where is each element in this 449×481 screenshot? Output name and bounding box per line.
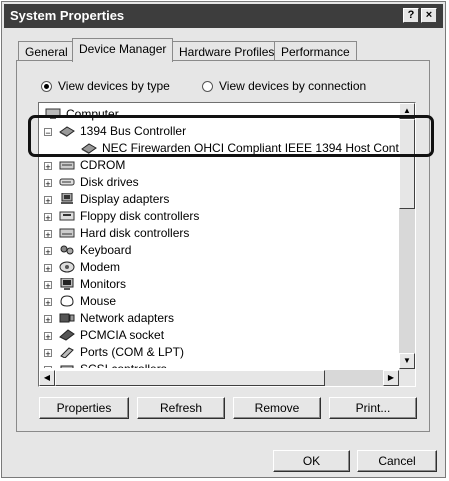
view-by-connection-label: View devices by connection <box>219 79 367 93</box>
controller-icon <box>59 125 75 137</box>
horizontal-scrollbar[interactable]: ◀ ▶ <box>39 370 399 386</box>
tree-item[interactable]: Display adapters <box>59 191 169 208</box>
tree-item[interactable]: PCMCIA socket <box>59 327 164 344</box>
tree-item-label: Ports (COM & LPT) <box>80 345 185 359</box>
horizontal-scroll-thumb[interactable] <box>55 370 325 386</box>
remove-button-label: Remove <box>254 401 300 415</box>
scroll-corner <box>399 369 415 386</box>
refresh-button-label: Refresh <box>159 401 203 415</box>
network-adapter-icon <box>59 312 75 324</box>
tree-item[interactable]: Keyboard <box>59 242 131 259</box>
close-button[interactable]: × <box>421 8 437 23</box>
expand-toggle[interactable]: + <box>44 196 52 206</box>
mouse-icon <box>59 295 75 307</box>
scsi-controller-icon <box>59 363 75 368</box>
tab-performance[interactable]: Performance <box>274 41 357 60</box>
tree-item-label: SCSI controllers <box>80 362 167 368</box>
tree-item-label: Hard disk controllers <box>80 226 190 240</box>
pcmcia-socket-icon <box>59 329 75 341</box>
controller-icon <box>81 142 97 154</box>
expand-toggle[interactable]: + <box>44 162 52 172</box>
tree-item[interactable]: Ports (COM & LPT) <box>59 344 184 361</box>
tree-item-label: CDROM <box>80 158 126 172</box>
print-button[interactable]: Print... <box>329 397 417 419</box>
expand-toggle[interactable]: + <box>44 179 52 189</box>
monitor-icon <box>59 277 75 290</box>
cdrom-icon <box>59 159 75 171</box>
tree-item-label: NEC Firewarden OHCI Compliant IEEE 1394 … <box>102 141 399 155</box>
remove-button[interactable]: Remove <box>233 397 321 419</box>
device-tree-list: Computer − 1394 Bus Controller NEC Fireward… <box>39 103 399 368</box>
tree-item-label: Mouse <box>80 294 117 308</box>
scroll-down-button[interactable]: ▼ <box>399 353 415 369</box>
window-title: System Properties <box>10 8 125 23</box>
ports-icon <box>59 346 75 359</box>
cancel-button[interactable]: Cancel <box>357 450 437 472</box>
computer-icon <box>45 108 61 120</box>
view-by-type-label: View devices by type <box>58 79 170 93</box>
refresh-button[interactable]: Refresh <box>137 397 225 419</box>
tree-item-label: 1394 Bus Controller <box>80 124 187 138</box>
tree-item[interactable]: Mouse <box>59 293 116 310</box>
print-button-label: Print... <box>355 401 391 415</box>
expand-toggle[interactable]: + <box>44 281 52 291</box>
expand-toggle[interactable]: − <box>44 128 52 138</box>
tree-item-label: PCMCIA socket <box>80 328 165 342</box>
expand-toggle[interactable]: + <box>44 332 52 342</box>
help-button[interactable]: ? <box>403 8 419 23</box>
ok-button[interactable]: OK <box>273 450 350 472</box>
disk-drive-icon <box>59 176 75 188</box>
tree-item[interactable]: CDROM <box>59 157 125 174</box>
expand-toggle[interactable]: + <box>44 230 52 240</box>
tree-item-label: Keyboard <box>80 243 132 257</box>
vertical-scroll-thumb[interactable] <box>399 119 415 209</box>
properties-button[interactable]: Properties <box>39 397 129 419</box>
expand-toggle[interactable]: + <box>44 349 52 359</box>
device-tree[interactable]: Computer − 1394 Bus Controller NEC Fireward… <box>38 102 416 387</box>
tab-hardware-profiles[interactable]: Hardware Profiles <box>172 41 282 60</box>
tree-item-label: Monitors <box>80 277 127 291</box>
tree-item[interactable]: Floppy disk controllers <box>59 208 199 225</box>
scroll-up-button[interactable]: ▲ <box>399 103 415 119</box>
tab-general[interactable]: General <box>18 41 75 60</box>
ok-button-label: OK <box>302 454 321 468</box>
tree-item-label: Modem <box>80 260 121 274</box>
floppy-controller-icon <box>59 210 75 222</box>
tree-item[interactable]: Modem <box>59 259 120 276</box>
modem-icon <box>59 261 75 273</box>
tree-item[interactable]: SCSI controllers <box>59 361 167 368</box>
tree-item[interactable]: Disk drives <box>59 174 139 191</box>
tree-item[interactable]: Network adapters <box>59 310 174 327</box>
hard-disk-controller-icon <box>59 227 75 239</box>
expand-toggle[interactable]: + <box>44 247 52 257</box>
scroll-right-button[interactable]: ▶ <box>383 370 399 386</box>
vertical-scrollbar[interactable]: ▲ ▼ <box>399 103 415 369</box>
view-by-type-radio[interactable] <box>41 81 52 92</box>
tree-item-label: Computer <box>66 107 119 121</box>
title-bar[interactable]: System Properties ? × <box>4 4 443 28</box>
tree-item[interactable]: 1394 Bus Controller <box>59 123 186 140</box>
keyboard-icon <box>59 244 75 256</box>
tree-item[interactable]: Computer <box>45 106 119 123</box>
view-by-connection-radio[interactable] <box>202 81 213 92</box>
expand-toggle[interactable]: + <box>44 366 52 368</box>
tree-item-label: Floppy disk controllers <box>80 209 200 223</box>
properties-button-label: Properties <box>56 401 112 415</box>
tree-item-label: Display adapters <box>80 192 170 206</box>
expand-toggle[interactable]: + <box>44 315 52 325</box>
expand-toggle[interactable]: + <box>44 213 52 223</box>
cancel-button-label: Cancel <box>378 454 416 468</box>
tree-item-label: Disk drives <box>80 175 139 189</box>
view-by-connection-option[interactable]: View devices by connection <box>202 79 366 93</box>
scroll-left-button[interactable]: ◀ <box>39 370 55 386</box>
expand-toggle[interactable]: + <box>44 298 52 308</box>
tree-item-label: Network adapters <box>80 311 175 325</box>
tree-item[interactable]: Hard disk controllers <box>59 225 189 242</box>
tab-device-manager[interactable]: Device Manager <box>72 38 174 62</box>
view-by-type-option[interactable]: View devices by type <box>41 79 170 93</box>
expand-toggle[interactable]: + <box>44 264 52 274</box>
tree-item[interactable]: NEC Firewarden OHCI Compliant IEEE 1394 … <box>81 140 399 157</box>
tree-item[interactable]: Monitors <box>59 276 126 293</box>
display-adapter-icon <box>59 192 75 205</box>
